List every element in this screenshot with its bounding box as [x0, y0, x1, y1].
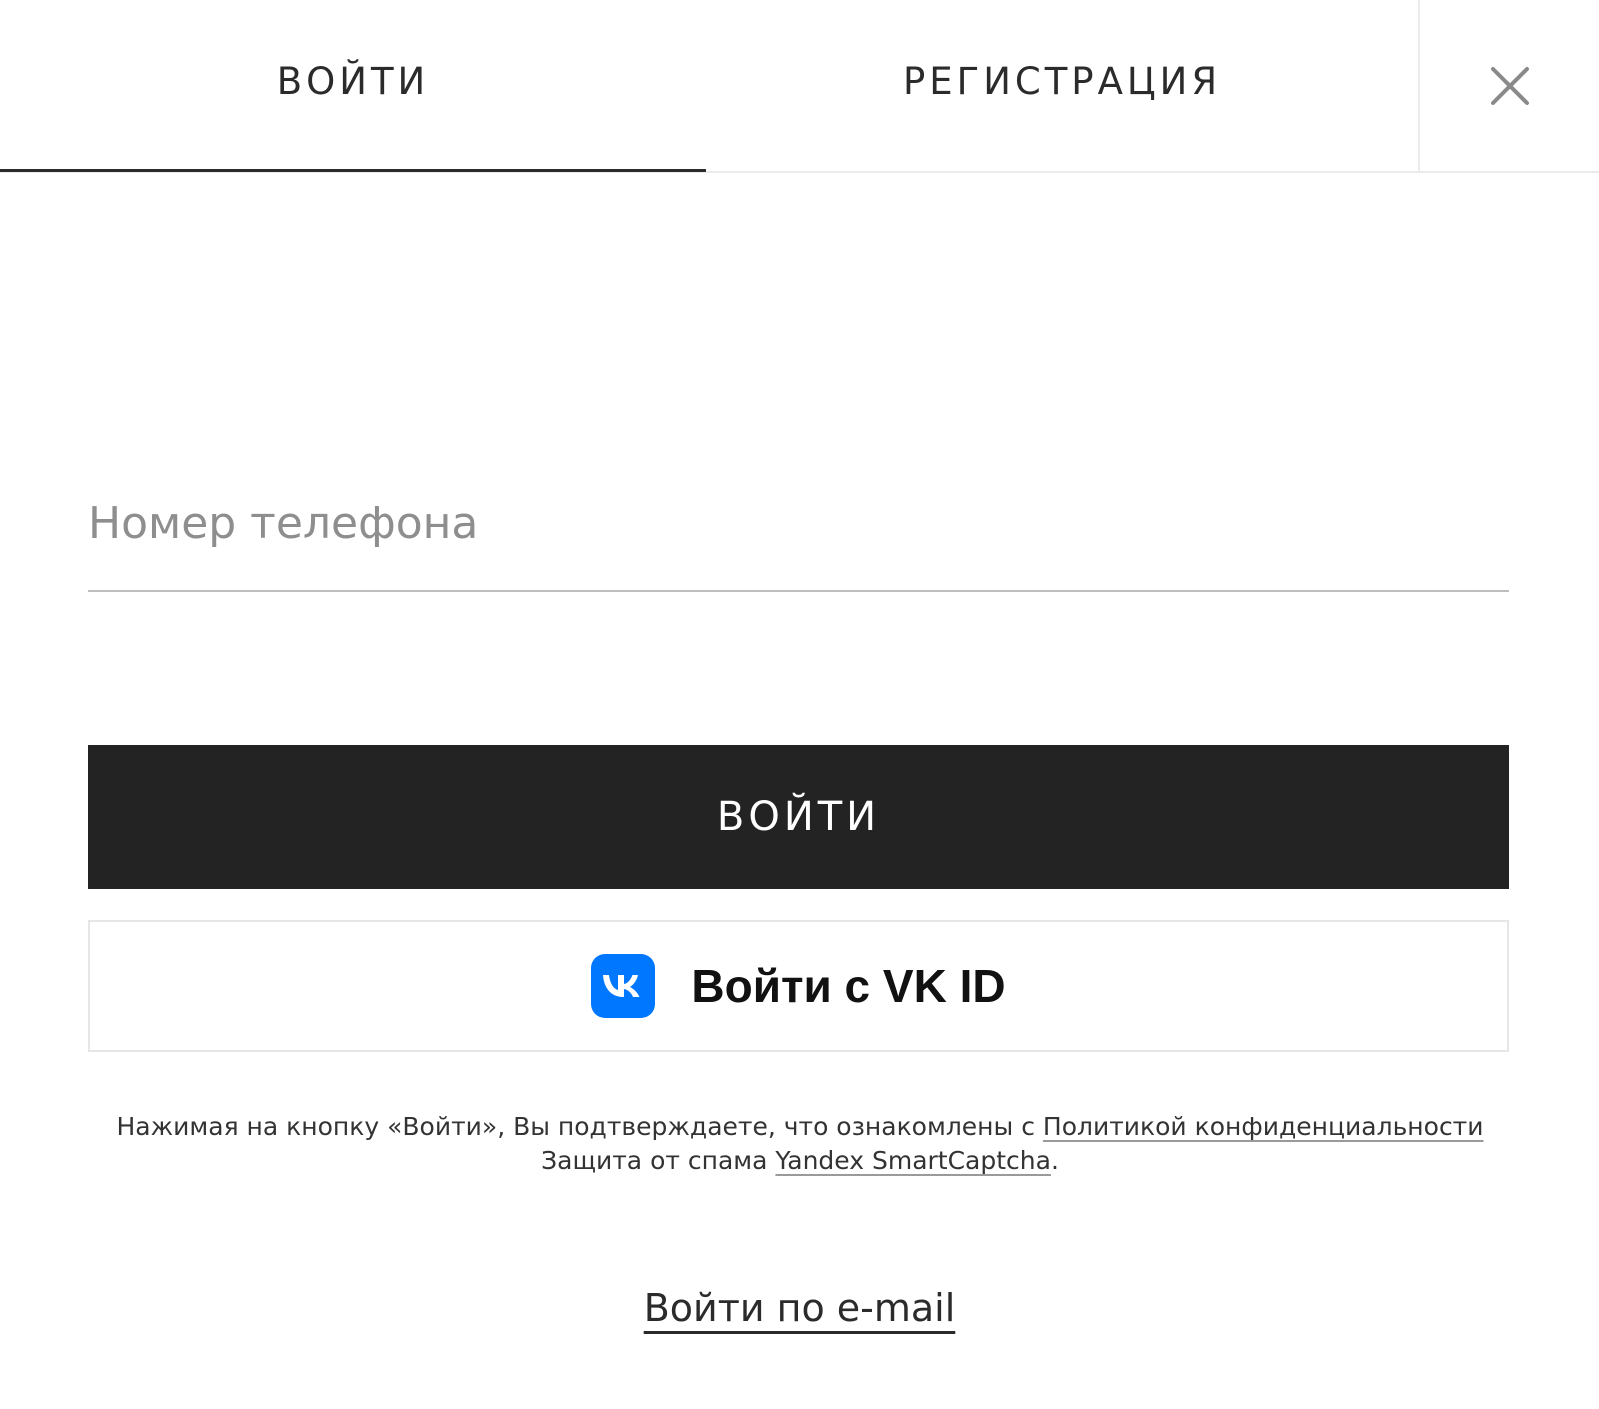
tab-register[interactable]: РЕГИСТРАЦИЯ: [706, 0, 1418, 170]
vk-logo-icon: [591, 954, 656, 1018]
spam-protection-text: Защита от спама: [541, 1146, 776, 1175]
privacy-disclaimer: Нажимая на кнопку «Войти», Вы подтвержда…: [60, 1110, 1540, 1178]
active-tab-indicator: [0, 169, 706, 172]
privacy-policy-link[interactable]: Политикой конфиденциальности: [1043, 1112, 1484, 1141]
tab-login[interactable]: ВОЙТИ: [0, 0, 706, 170]
email-login-link[interactable]: Войти по e-mail: [644, 1286, 956, 1330]
close-icon: [1490, 67, 1529, 105]
vk-button-label: Войти с VK ID: [691, 960, 1006, 1012]
smartcaptcha-link[interactable]: Yandex SmartCaptcha: [775, 1146, 1051, 1175]
disclaimer-period: .: [1050, 1146, 1059, 1175]
email-login-container: Войти по e-mail: [0, 1286, 1599, 1330]
disclaimer-line-1: Нажимая на кнопку «Войти», Вы подтвержда…: [60, 1110, 1540, 1144]
disclaimer-text: Нажимая на кнопку «Войти», Вы подтвержда…: [116, 1112, 1043, 1141]
vk-id-login-button[interactable]: Войти с VK ID: [88, 920, 1509, 1052]
close-button[interactable]: [1418, 0, 1599, 172]
phone-input[interactable]: [88, 470, 1509, 592]
disclaimer-line-2: Защита от спама Yandex SmartCaptcha.: [60, 1144, 1540, 1178]
auth-tabs: ВОЙТИ РЕГИСТРАЦИЯ: [0, 0, 1599, 173]
login-button[interactable]: ВОЙТИ: [88, 745, 1509, 889]
